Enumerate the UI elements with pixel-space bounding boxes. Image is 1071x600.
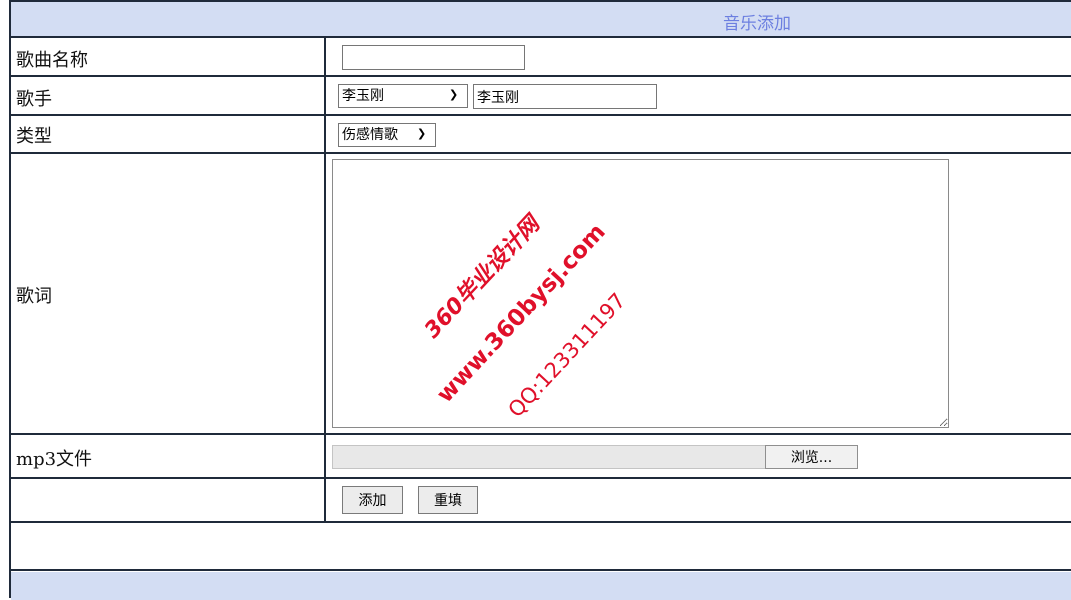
lyrics-label: 歌词	[16, 286, 52, 307]
singer-select[interactable]: 李玉刚	[338, 84, 468, 108]
lyrics-textarea[interactable]	[332, 159, 949, 428]
song-name-input[interactable]	[342, 45, 525, 70]
type-select[interactable]: 伤感情歌	[338, 123, 436, 147]
music-add-form: 音乐添加 歌曲名称 歌手 李玉刚 ❯ 类型 伤感情歌 ❯ 歌词 360毕业设计网…	[9, 0, 1071, 600]
singer-label: 歌手	[16, 89, 52, 110]
type-label: 类型	[16, 126, 52, 147]
reset-button[interactable]: 重填	[418, 486, 478, 514]
singer-input[interactable]	[473, 84, 657, 109]
mp3-label: mp3文件	[16, 449, 93, 470]
page-title: 音乐添加	[723, 14, 791, 34]
browse-button[interactable]: 浏览...	[765, 445, 858, 469]
form-header: 音乐添加	[11, 2, 1071, 37]
add-button[interactable]: 添加	[342, 486, 403, 514]
form-footer	[11, 572, 1071, 600]
song-name-label: 歌曲名称	[16, 50, 88, 71]
